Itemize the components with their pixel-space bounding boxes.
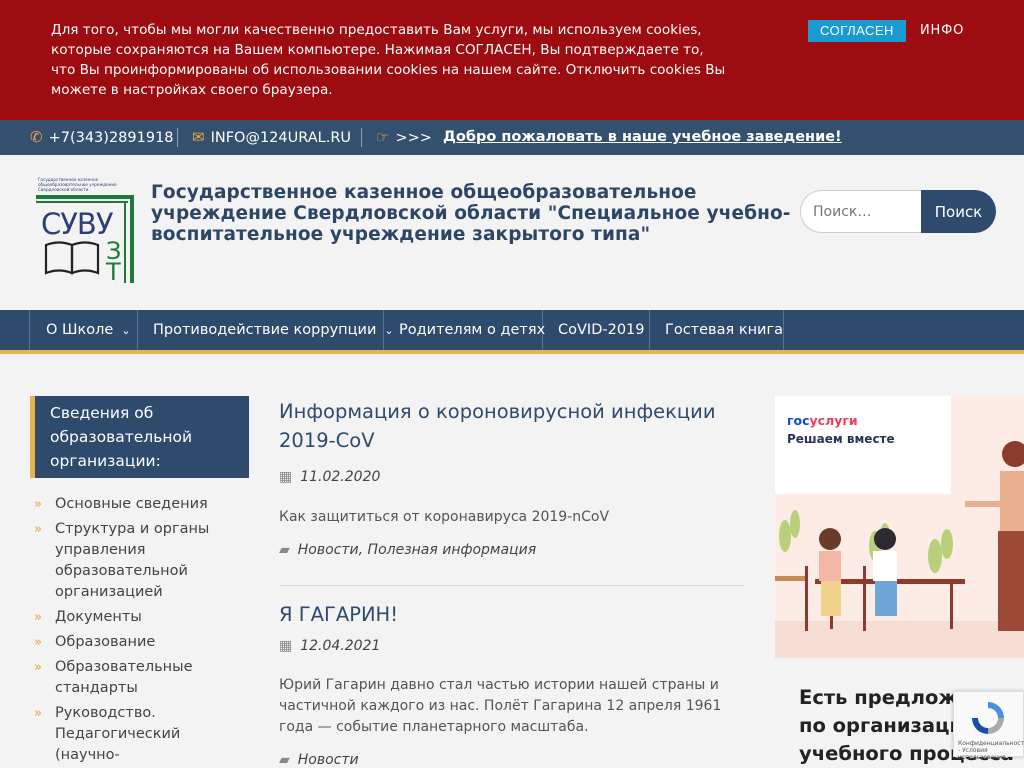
double-chevron-icon: » (34, 660, 42, 675)
cookie-info-link[interactable]: ИНФО (920, 20, 964, 42)
post-article: Информация о короновирусной инфекции 201… (279, 397, 745, 558)
post-date-value[interactable]: 11.02.2020 (300, 469, 380, 485)
cookie-banner: Для того, чтобы мы могли качественно пре… (0, 0, 1024, 120)
welcome-link[interactable]: Добро пожаловать в наше учебное заведени… (443, 120, 842, 155)
sidebar-item-management[interactable]: » Руководство. Педагогический (научно-пед… (34, 703, 249, 768)
svg-text:Свердловской области: Свердловской области (38, 187, 89, 192)
cookie-notice-text: Для того, чтобы мы могли качественно пре… (51, 22, 726, 98)
post-divider (279, 585, 745, 586)
double-chevron-icon: » (34, 497, 42, 512)
nav-item-label: О Школе (46, 322, 114, 338)
nav-item-about[interactable]: О Школе ⌄ (31, 310, 138, 350)
double-chevron-icon: » (34, 610, 42, 625)
nav-item-parents[interactable]: Родителям о детях (384, 310, 546, 350)
arrows-text: >>> (395, 130, 432, 146)
sidebar-item-label: Документы (55, 609, 142, 625)
site-header: Государственное казенное общеобразовател… (0, 155, 1024, 310)
search-button[interactable]: Поиск (921, 190, 996, 233)
calendar-icon: ▦ (279, 469, 293, 485)
calendar-icon: ▦ (279, 638, 293, 654)
post-date: ▦ 12.04.2021 (279, 638, 745, 654)
nav-item-label: Гостевая книга (665, 322, 783, 338)
double-chevron-icon: » (34, 635, 42, 650)
recaptcha-links[interactable]: Конфиденциальность - Условия использован… (958, 740, 1024, 761)
nav-item-anticorruption[interactable]: Противодействие коррупции ⌄ (138, 310, 394, 350)
svg-text:Т: Т (105, 258, 121, 285)
post-categories: ▰ Новости (279, 752, 745, 768)
site-title[interactable]: Государственное казенное общеобразовател… (151, 182, 791, 245)
nav-item-label: Противодействие коррупции (153, 322, 377, 338)
post-categories: ▰ Новости, Полезная информация (279, 542, 745, 558)
welcome-pointer: ☞ >>> (376, 120, 432, 155)
pointing-hand-icon: ☞ (376, 128, 390, 146)
cookie-agree-button[interactable]: СОГЛАСЕН (808, 20, 906, 42)
sidebar-menu: » Основные сведения » Структура и органы у… (34, 494, 249, 768)
banner-illustration (775, 441, 1024, 658)
post-title-link[interactable]: Информация о короновирусной инфекции 201… (279, 397, 745, 455)
post-excerpt: Как защититься от коронавируса 2019-nCoV (279, 509, 610, 525)
sidebar-item-structure[interactable]: » Структура и органы управления образоват… (34, 519, 249, 603)
contact-bar: ✆ +7(343)2891918 ✉ INFO@124URAL.RU ☞ >>> До… (0, 120, 1024, 155)
post-title-link[interactable]: Я ГАГАРИН! (279, 600, 745, 629)
folder-icon: ▰ (279, 542, 290, 558)
double-chevron-icon: » (34, 522, 42, 537)
sidebar-item-label: Структура и органы управления образовате… (55, 521, 210, 600)
sidebar-item-label: Основные сведения (55, 496, 208, 512)
main-nav: О Школе ⌄ Противодействие коррупции ⌄ Роди… (0, 310, 1024, 354)
chevron-down-icon: ⌄ (121, 324, 131, 337)
folder-icon: ▰ (279, 752, 290, 768)
post-article: Я ГАГАРИН! ▦ 12.04.2021 Юрий Гагарин давн… (279, 600, 745, 768)
nav-item-label: Родителям о детях (399, 322, 546, 338)
sidebar-item-basic-info[interactable]: » Основные сведения (34, 494, 249, 515)
search-input[interactable] (800, 190, 922, 233)
sidebar-item-label: Образовательные стандарты (55, 659, 193, 696)
divider (177, 128, 178, 147)
post-categories-value[interactable]: Новости (298, 752, 359, 768)
book-icon (44, 241, 74, 275)
gosuslugi-banner[interactable]: госуслуги Решаем вместе (775, 396, 1024, 658)
phone-number: +7(343)2891918 (48, 130, 174, 146)
recaptcha-icon (972, 702, 1004, 734)
school-logo[interactable]: Государственное казенное общеобразовател… (36, 177, 138, 285)
phone-contact[interactable]: ✆ +7(343)2891918 (30, 120, 174, 155)
post-excerpt: Юрий Гагарин давно стал частью истории н… (279, 677, 722, 735)
email-contact[interactable]: ✉ INFO@124URAL.RU (192, 120, 351, 155)
nav-item-guestbook[interactable]: Гостевая книга (650, 310, 784, 350)
nav-spacer (0, 310, 30, 350)
sidebar-item-label: Руководство. Педагогический (научно-педа… (55, 705, 181, 763)
double-chevron-icon: » (34, 706, 42, 721)
sidebar-item-standards[interactable]: » Образовательные стандарты (34, 657, 249, 699)
envelope-icon: ✉ (192, 128, 205, 146)
phone-icon: ✆ (30, 128, 43, 146)
sidebar-item-education[interactable]: » Образование (34, 632, 249, 653)
sidebar-heading: Сведения об образовательной организации: (30, 396, 249, 478)
recaptcha-badge[interactable]: Конфиденциальность - Условия использован… (953, 691, 1024, 761)
sidebar-item-documents[interactable]: » Документы (34, 607, 249, 628)
post-date-value[interactable]: 12.04.2021 (300, 638, 380, 654)
email-address: INFO@124URAL.RU (210, 130, 352, 146)
divider (361, 128, 362, 147)
nav-item-label: CoVID-2019 (558, 322, 645, 338)
logo-letters: СУВУ (41, 207, 114, 241)
nav-item-covid[interactable]: CoVID-2019 (543, 310, 650, 350)
sidebar-item-label: Образование (55, 634, 156, 650)
post-date: ▦ 11.02.2020 (279, 469, 745, 485)
post-categories-value[interactable]: Новости, Полезная информация (298, 542, 536, 558)
